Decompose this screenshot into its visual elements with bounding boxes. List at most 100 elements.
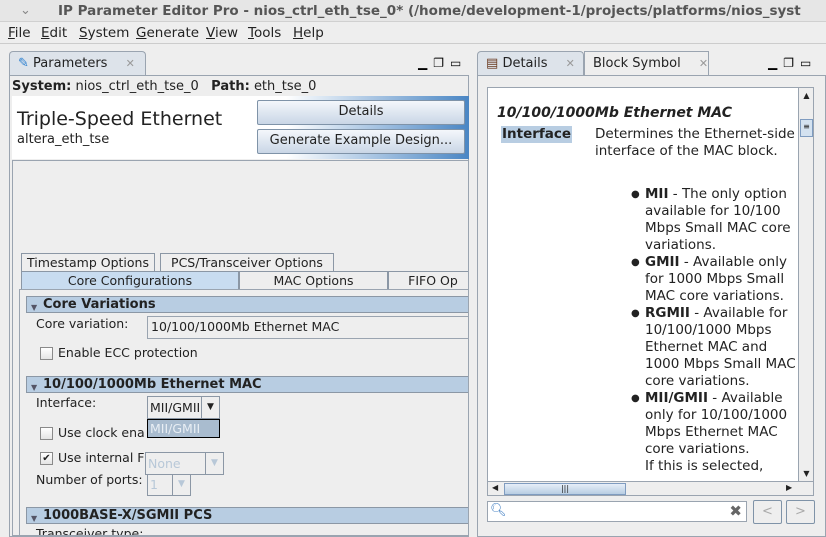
clear-icon[interactable]: ✖ xyxy=(729,502,742,520)
tab-label: Details xyxy=(502,56,548,71)
path-value: eth_tse_0 xyxy=(253,79,317,94)
close-icon[interactable]: ✕ xyxy=(126,57,135,70)
transceiver-type-combobox[interactable]: None ▼ xyxy=(145,452,224,475)
core-variation-label: Core variation: xyxy=(36,316,129,331)
section-core-variations[interactable]: ▼ Core Variations xyxy=(26,296,468,313)
clock-enable-checkbox[interactable] xyxy=(40,427,53,440)
item-name: GMII xyxy=(645,254,680,270)
tab-mac-options[interactable]: MAC Options xyxy=(239,271,388,289)
panel-window-controls[interactable]: ▁❐▭ xyxy=(768,56,817,70)
menu-file[interactable]: File xyxy=(8,25,31,41)
tab-fifo-options[interactable]: FIFO Op xyxy=(388,271,468,289)
window-menu-icon[interactable]: ⌄ xyxy=(20,3,31,18)
vertical-scrollbar[interactable]: ▲ ≡ ▼ xyxy=(798,88,813,481)
core-variation-field[interactable]: 10/100/1000Mb Ethernet MAC xyxy=(147,316,468,339)
check-icon: ✔ xyxy=(42,453,51,464)
details-button[interactable]: Details xyxy=(257,100,465,125)
system-label: System: xyxy=(12,79,72,94)
transceiver-type-label: Transceiver type: xyxy=(36,526,144,536)
internal-fifo-checkbox[interactable]: ✔ xyxy=(40,452,53,465)
ports-value: 1 xyxy=(150,477,158,492)
ecc-checkbox[interactable] xyxy=(40,347,53,360)
tab-details[interactable]: ▤ Details ✕ xyxy=(477,51,584,75)
menu-tools[interactable]: Tools xyxy=(248,25,281,41)
section-title: 10/100/1000Mb Ethernet MAC xyxy=(43,377,262,392)
menu-system[interactable]: System xyxy=(79,25,129,41)
bullet-icon: ● xyxy=(631,257,640,268)
collapse-icon: ▼ xyxy=(31,303,38,312)
next-button[interactable]: > xyxy=(786,500,815,524)
menu-help[interactable]: Help xyxy=(293,25,324,41)
scroll-right-icon[interactable]: ▶ xyxy=(786,483,792,492)
horizontal-scrollbar[interactable]: ◀ ||| ▶ xyxy=(488,481,813,495)
title-bar: ⌄ IP Parameter Editor Pro - nios_ctrl_et… xyxy=(0,0,826,22)
bullet-icon: ● xyxy=(631,393,640,404)
chevron-down-icon: ▼ xyxy=(172,474,190,495)
bullet-icon: ● xyxy=(631,308,640,319)
generate-example-design-button[interactable]: Generate Example Design... xyxy=(257,129,465,154)
bullet-icon: ● xyxy=(631,189,640,200)
list-item: ● GMII - Available only for 1000 Mbps Sma… xyxy=(631,254,796,305)
tab-block-symbol[interactable]: Block Symbol ✕ xyxy=(584,51,709,75)
number-of-ports-label: Number of ports: xyxy=(36,472,143,487)
core-variation-value: 10/100/1000Mb Ethernet MAC xyxy=(151,319,340,334)
list-item: ● RGMII - Available for 10/100/1000 Mbps … xyxy=(631,305,796,390)
ip-name: altera_eth_tse xyxy=(17,132,110,147)
menu-bar: File Edit System Generate View Tools Hel… xyxy=(0,22,826,44)
menu-view[interactable]: View xyxy=(206,25,238,41)
horizontal-scroll-thumb[interactable]: ||| xyxy=(504,483,626,495)
close-icon[interactable]: ✕ xyxy=(566,57,575,70)
tab-core-configurations[interactable]: Core Configurations xyxy=(21,271,239,289)
scroll-up-icon[interactable]: ▲ xyxy=(799,91,813,100)
menu-edit[interactable]: Edit xyxy=(41,25,67,41)
item-name: RGMII xyxy=(645,305,690,321)
trailing-text: If this is selected, xyxy=(645,458,764,474)
details-description: Determines the Ethernet-side interface o… xyxy=(595,126,795,159)
interface-combobox[interactable]: MII/GMII ▼ xyxy=(147,396,220,419)
window-title: IP Parameter Editor Pro - nios_ctrl_eth_… xyxy=(58,3,801,19)
collapse-icon: ▼ xyxy=(31,514,38,523)
clock-enable-label: Use clock ena xyxy=(58,425,145,440)
ip-header: Triple-Speed Ethernet altera_eth_tse Det… xyxy=(12,96,469,159)
chevron-down-icon[interactable]: ▼ xyxy=(201,397,219,418)
transceiver-value: None xyxy=(148,456,181,471)
vertical-scroll-thumb[interactable]: ≡ xyxy=(800,119,813,137)
tab-timestamp-options[interactable]: Timestamp Options xyxy=(21,253,155,271)
system-value: nios_ctrl_eth_tse_0 xyxy=(75,79,199,94)
section-pcs[interactable]: ▼ 1000BASE-X/SGMII PCS xyxy=(26,507,468,524)
tab-label: Parameters xyxy=(33,56,108,71)
collapse-icon: ▼ xyxy=(31,383,38,392)
section-ethernet-mac[interactable]: ▼ 10/100/1000Mb Ethernet MAC xyxy=(26,376,468,393)
document-icon: ▤ xyxy=(486,56,499,71)
search-field[interactable]: 🔍︎ ✖ xyxy=(487,501,747,522)
item-name: MII xyxy=(645,186,669,202)
menu-generate[interactable]: Generate xyxy=(136,25,199,41)
interface-value: MII/GMII xyxy=(150,400,201,415)
section-title: 1000BASE-X/SGMII PCS xyxy=(43,508,213,523)
core-configurations-content: ▼ Core Variations Core variation: 10/100/… xyxy=(19,289,468,536)
interface-dropdown-option[interactable]: MII/GMII xyxy=(147,419,220,438)
system-path-line: System: nios_ctrl_eth_tse_0 Path: eth_ts… xyxy=(12,79,316,94)
details-panel: 10/100/1000Mb Ethernet MAC Interface Det… xyxy=(477,75,826,537)
tab-label: Block Symbol xyxy=(593,56,681,71)
interface-options-list: ● MII - The only option available for 10/… xyxy=(631,186,796,475)
scroll-down-icon[interactable]: ▼ xyxy=(799,469,813,478)
list-item: ● MII/GMII - Available only for 10/100/10… xyxy=(631,390,796,458)
ip-title: Triple-Speed Ethernet xyxy=(17,108,223,130)
section-title: Core Variations xyxy=(43,297,156,312)
path-label: Path: xyxy=(211,79,250,94)
scroll-left-icon[interactable]: ◀ xyxy=(492,483,498,492)
number-of-ports-combobox[interactable]: 1 ▼ xyxy=(147,473,191,496)
interface-label: Interface: xyxy=(36,395,97,410)
list-item: ● MII - The only option available for 10/… xyxy=(631,186,796,254)
chevron-down-icon: ▼ xyxy=(205,453,223,474)
close-icon[interactable]: ✕ xyxy=(699,57,708,70)
previous-button[interactable]: < xyxy=(753,500,782,524)
search-input[interactable] xyxy=(508,503,718,520)
panel-window-controls[interactable]: ▁❐▭ xyxy=(418,56,467,70)
parameters-panel: System: nios_ctrl_eth_tse_0 Path: eth_ts… xyxy=(9,75,469,537)
details-term: Interface xyxy=(501,126,573,143)
tab-parameters[interactable]: ✎ Parameters ✕ xyxy=(9,51,146,75)
tab-pcs-transceiver-options[interactable]: PCS/Transceiver Options xyxy=(160,253,334,271)
details-heading: 10/100/1000Mb Ethernet MAC xyxy=(497,105,732,121)
